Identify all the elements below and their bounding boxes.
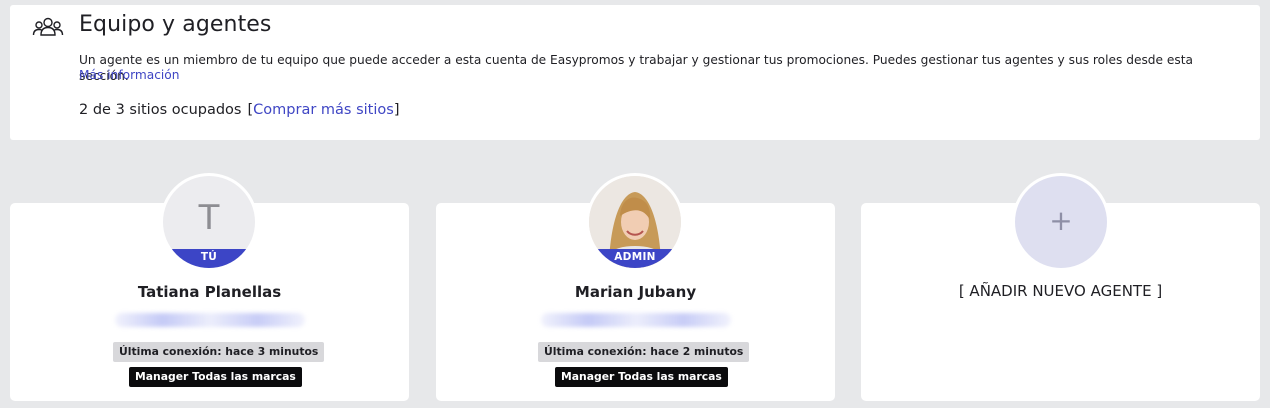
agent-role-badge: Manager Todas las marcas [129,367,302,387]
role-ribbon: ADMIN [589,249,681,268]
agent-email-redacted [541,313,731,327]
avatar-initial: T [198,198,220,238]
agent-role-badge: Manager Todas las marcas [555,367,728,387]
team-icon [32,17,64,36]
buy-more-seats-link[interactable]: Comprar más sitios [253,102,394,118]
page-title: Equipo y agentes [79,12,272,37]
agent-name: Tatiana Planellas [137,283,282,301]
seats-status: 2 de 3 sitios ocupados [Comprar más sitio… [79,102,399,118]
team-header-card: Equipo y agentes Un agente es un miembro… [10,5,1260,140]
page-description: Un agente es un miembro de tu equipo que… [79,53,1194,83]
add-agent-label[interactable]: [ AÑADIR NUEVO AGENTE ] [861,282,1260,300]
avatar: T TÚ [160,173,258,271]
avatar: ADMIN [586,173,684,271]
seats-count-text: 2 de 3 sitios ocupados [79,102,242,118]
plus-icon[interactable]: + [1015,176,1107,268]
more-info-link[interactable]: Más información [79,68,179,82]
last-login-badge: Última conexión: hace 3 minutos [113,342,325,362]
agent-name: Marian Jubany [574,283,697,301]
add-agent-button[interactable]: + [1012,173,1110,271]
role-ribbon: TÚ [163,249,255,268]
agent-email-redacted [115,313,305,327]
last-login-badge: Última conexión: hace 2 minutos [538,342,750,362]
bracket-close: ] [393,102,400,118]
